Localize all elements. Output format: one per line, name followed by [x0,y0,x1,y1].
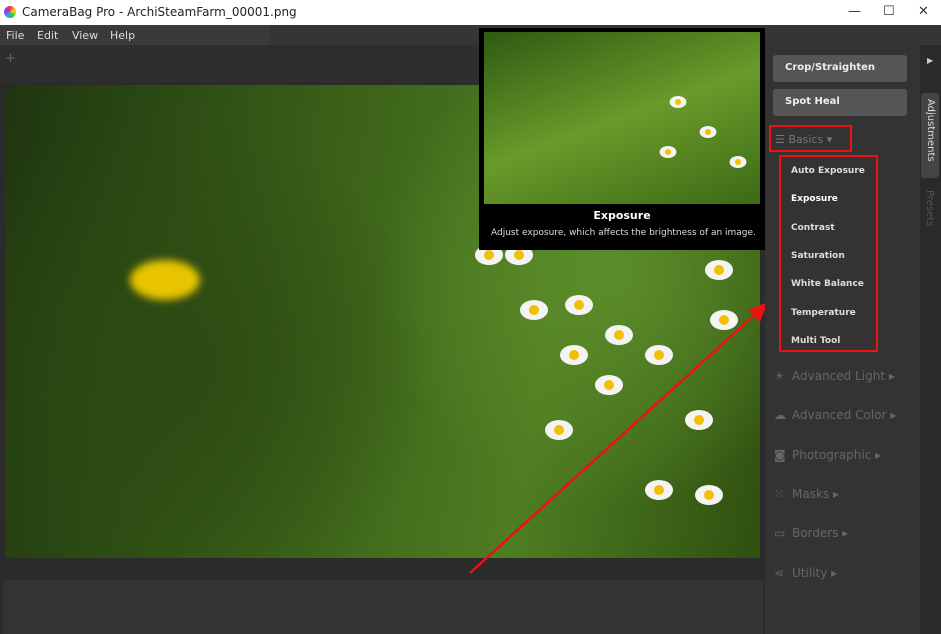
collapse-arrow-icon[interactable]: ▶ [927,56,933,65]
camera-icon: ◙ [774,448,786,462]
spot-heal-button[interactable]: Spot Heal [773,89,907,116]
item-white-balance[interactable]: White Balance [791,279,864,289]
color-icon: ☁ [774,408,786,422]
side-tabs: ▶ Adjustments Presets [920,45,941,634]
utility-icon: ⋖ [774,566,785,580]
sun-icon: ☀ [774,369,785,383]
filmstrip-area [3,580,763,634]
tooltip-title: Exposure [593,209,651,222]
item-temperature[interactable]: Temperature [791,308,856,318]
item-contrast[interactable]: Contrast [791,223,835,233]
item-multi-tool[interactable]: Multi Tool [791,336,840,346]
item-saturation[interactable]: Saturation [791,251,845,261]
crop-straighten-button[interactable]: Crop/Straighten [773,55,907,82]
tooltip-description: Adjust exposure, which affects the brigh… [491,228,756,238]
sliders-icon: ☰ [775,133,789,146]
section-utility[interactable]: ⋖ Utility ▸ [774,566,837,580]
section-advanced-light[interactable]: ☀ Advanced Light ▸ [774,369,895,383]
tab-adjustments[interactable]: Adjustments [921,93,939,178]
basics-list: Auto Exposure Exposure Contrast Saturati… [779,155,878,352]
section-advanced-color[interactable]: ☁ Advanced Color ▸ [774,408,896,422]
tooltip-preview-image [484,32,760,204]
item-exposure[interactable]: Exposure [791,194,838,204]
mask-icon: ⁙ [774,487,785,501]
item-auto-exposure[interactable]: Auto Exposure [791,166,865,176]
tab-presets[interactable]: Presets [924,190,935,226]
section-borders[interactable]: ▭ Borders ▸ [774,526,848,540]
section-masks[interactable]: ⁙ Masks ▸ [774,487,839,501]
border-icon: ▭ [774,526,786,540]
section-photographic[interactable]: ◙ Photographic ▸ [774,448,881,462]
exposure-tooltip: Exposure Adjust exposure, which affects … [479,28,765,250]
basics-section-header[interactable]: ☰ Basics ▾ [769,125,852,152]
